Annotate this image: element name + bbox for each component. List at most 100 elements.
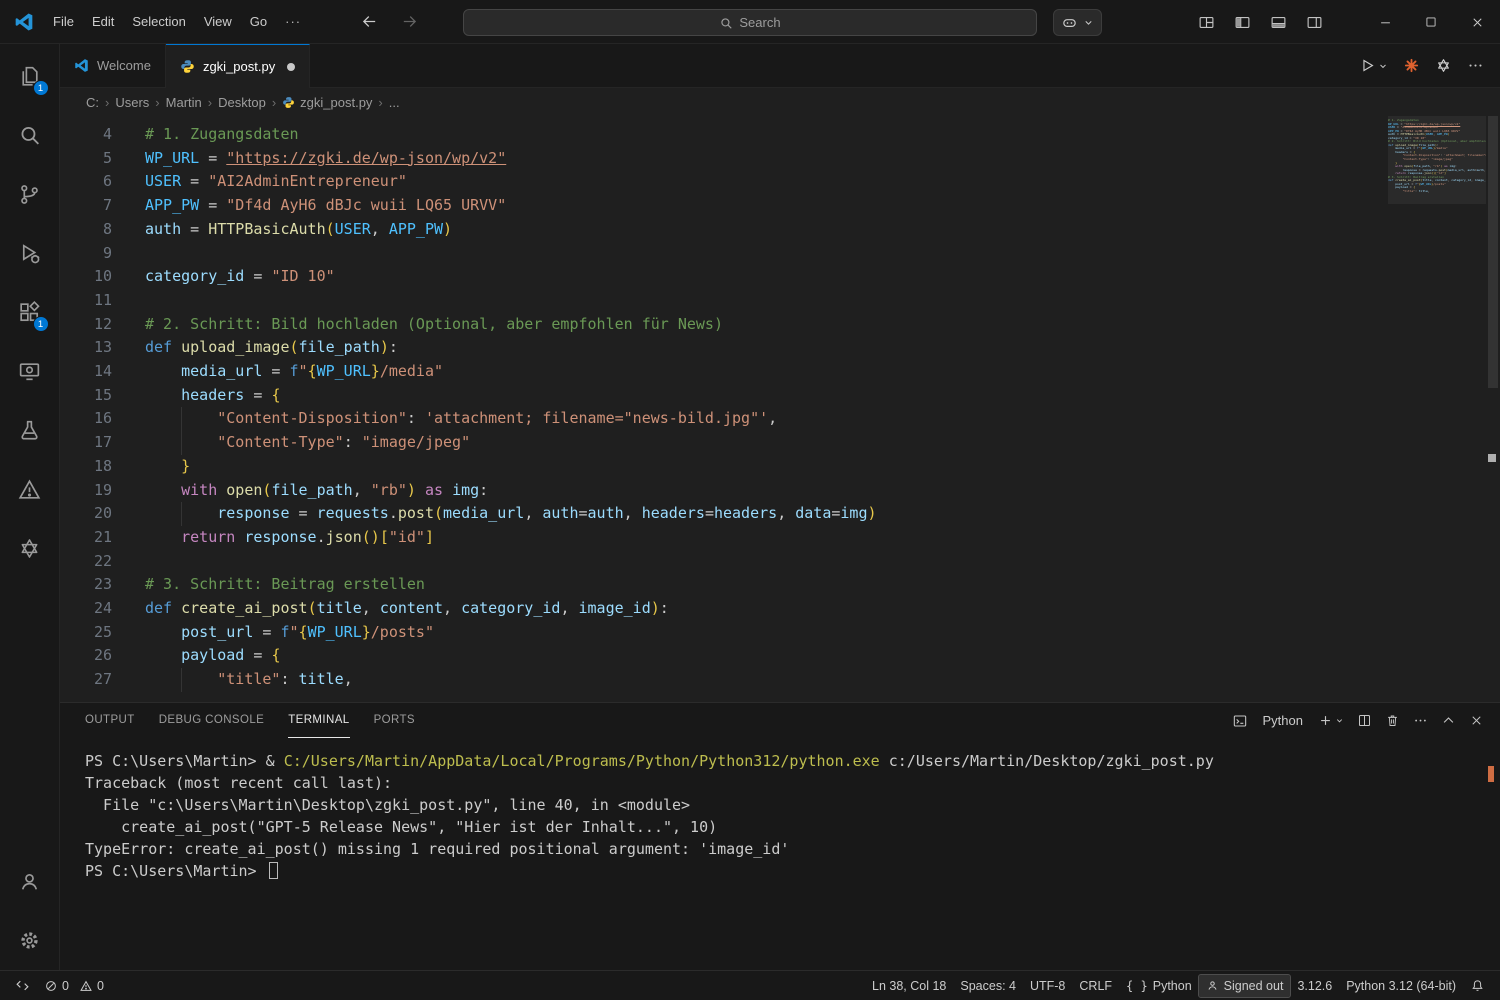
kill-terminal-icon[interactable] [1385,713,1400,728]
remote-indicator[interactable] [8,971,37,1000]
minimize-button[interactable] [1362,0,1408,44]
breadcrumb-separator: › [208,95,212,110]
search-bar[interactable]: Search [463,9,1037,36]
line-number: 7 [60,194,112,218]
maximize-button[interactable] [1408,0,1454,44]
run-debug-icon [17,241,42,266]
warning-count: 0 [97,979,104,993]
notifications-bell[interactable] [1463,971,1492,1000]
breadcrumb-item[interactable]: Desktop [216,95,268,110]
tab-debug-console[interactable]: DEBUG CONSOLE [159,703,265,738]
line-number: 23 [60,573,112,597]
toggle-secondary-sidebar-icon[interactable] [1300,8,1328,36]
toggle-panel-icon[interactable] [1264,8,1292,36]
sidebar-item-remote-explorer[interactable] [0,342,60,401]
terminal[interactable]: PS C:\Users\Martin> & C:/Users/Martin/Ap… [60,738,1500,970]
more-actions-icon[interactable] [1467,57,1484,74]
sidebar-item-extensions[interactable]: 1 [0,283,60,342]
editor-scrollbar[interactable] [1486,116,1500,702]
braces-icon: { } [1126,979,1148,993]
menu-view[interactable]: View [195,9,241,34]
copilot-button[interactable] [1053,9,1102,36]
panel-more-icon[interactable] [1413,713,1428,728]
breadcrumb-item[interactable]: C: [84,95,101,110]
python-interpreter[interactable]: Python 3.12 (64-bit) [1339,971,1463,1000]
code-line: 10category_id = "ID 10" [60,265,1500,289]
chevron-down-icon [1378,61,1388,71]
indentation-setting[interactable]: Spaces: 4 [953,971,1023,1000]
extension-star-icon[interactable] [1403,57,1420,74]
minimap-slider[interactable] [1388,116,1486,204]
code-text: media_url = f"{WP_URL}/media" [145,360,443,384]
menu-selection[interactable]: Selection [123,9,194,34]
tab-terminal[interactable]: TERMINAL [288,703,349,738]
terminal-line: PS C:\Users\Martin> [85,860,1500,882]
activity-bar: 1 1 [0,44,60,970]
run-python-file-button[interactable] [1359,57,1388,74]
menu-file[interactable]: File [44,9,83,34]
tab-welcome[interactable]: Welcome [60,44,166,87]
customize-layout-icon[interactable] [1192,8,1220,36]
code-text [145,242,154,266]
eol-setting[interactable]: CRLF [1072,971,1119,1000]
breadcrumb-item[interactable]: ... [387,95,402,110]
maximize-panel-icon[interactable] [1441,713,1456,728]
tab-zgki-post[interactable]: zgki_post.py [166,44,310,88]
settings-button[interactable] [0,911,60,970]
line-number: 15 [60,384,112,408]
close-panel-icon[interactable] [1469,713,1484,728]
sidebar-item-chatgpt[interactable] [0,519,60,578]
terminal-scroll-marker [1488,766,1494,782]
sidebar-item-explorer[interactable]: 1 [0,47,60,106]
forward-arrow-icon[interactable] [396,9,422,35]
sidebar-item-problems[interactable] [0,460,60,519]
editor-lines: 4# 1. Zugangsdaten5WP_URL = "https://zgk… [60,116,1500,692]
sidebar-item-testing[interactable] [0,401,60,460]
account-status[interactable]: Signed out [1199,975,1291,997]
code-line: 4# 1. Zugangsdaten [60,123,1500,147]
breadcrumb-item[interactable]: Users [113,95,151,110]
sidebar-item-run-debug[interactable] [0,224,60,283]
search-placeholder: Search [739,15,780,30]
title-bar: File Edit Selection View Go ··· Search [0,0,1500,44]
code-editor[interactable]: 4# 1. Zugangsdaten5WP_URL = "https://zgk… [60,116,1500,702]
new-terminal-button[interactable] [1318,713,1344,728]
encoding-setting[interactable]: UTF-8 [1023,971,1072,1000]
minimap[interactable]: # 1. ZugangsdatenWP_URL = "https://zgki.… [1388,116,1486,702]
tab-ports[interactable]: PORTS [374,703,415,738]
code-text: "Content-Type": "image/jpeg" [145,431,470,455]
toggle-sidebar-icon[interactable] [1228,8,1256,36]
sidebar-item-source-control[interactable] [0,165,60,224]
modified-dot-icon[interactable] [287,63,295,71]
breadcrumb-item[interactable]: zgki_post.py [280,95,374,110]
sidebar-item-search[interactable] [0,106,60,165]
account-button[interactable] [0,852,60,911]
menu-go[interactable]: Go [241,9,276,34]
line-number: 27 [60,668,112,692]
line-number: 25 [60,621,112,645]
chatgpt-action-icon[interactable] [1435,57,1452,74]
warning-icon [79,979,93,993]
menu-edit[interactable]: Edit [83,9,123,34]
language-mode[interactable]: { } Python [1119,971,1199,1000]
code-text: headers = { [145,384,280,408]
breadcrumb-item[interactable]: Martin [164,95,204,110]
terminal-profile-label[interactable]: Python [1263,713,1303,728]
code-line: 11 [60,289,1500,313]
split-terminal-icon[interactable] [1357,713,1372,728]
panel-header: OUTPUT DEBUG CONSOLE TERMINAL PORTS Pyth… [60,703,1500,738]
line-number: 12 [60,313,112,337]
terminal-line: Traceback (most recent call last): [85,772,1500,794]
back-arrow-icon[interactable] [356,9,382,35]
cursor-position[interactable]: Ln 38, Col 18 [865,971,953,1000]
code-line: 8auth = HTTPBasicAuth(USER, APP_PW) [60,218,1500,242]
tab-output[interactable]: OUTPUT [85,703,135,738]
extensions-badge: 1 [33,316,49,332]
search-icon [719,16,733,30]
close-button[interactable] [1454,0,1500,44]
breadcrumb: C:›Users›Martin›Desktop›zgki_post.py›... [60,88,1500,116]
tab-label: zgki_post.py [203,59,275,74]
python-env[interactable]: 3.12.6 [1290,971,1339,1000]
problems-indicator[interactable]: 0 0 [37,971,111,1000]
menu-overflow[interactable]: ··· [276,9,310,34]
